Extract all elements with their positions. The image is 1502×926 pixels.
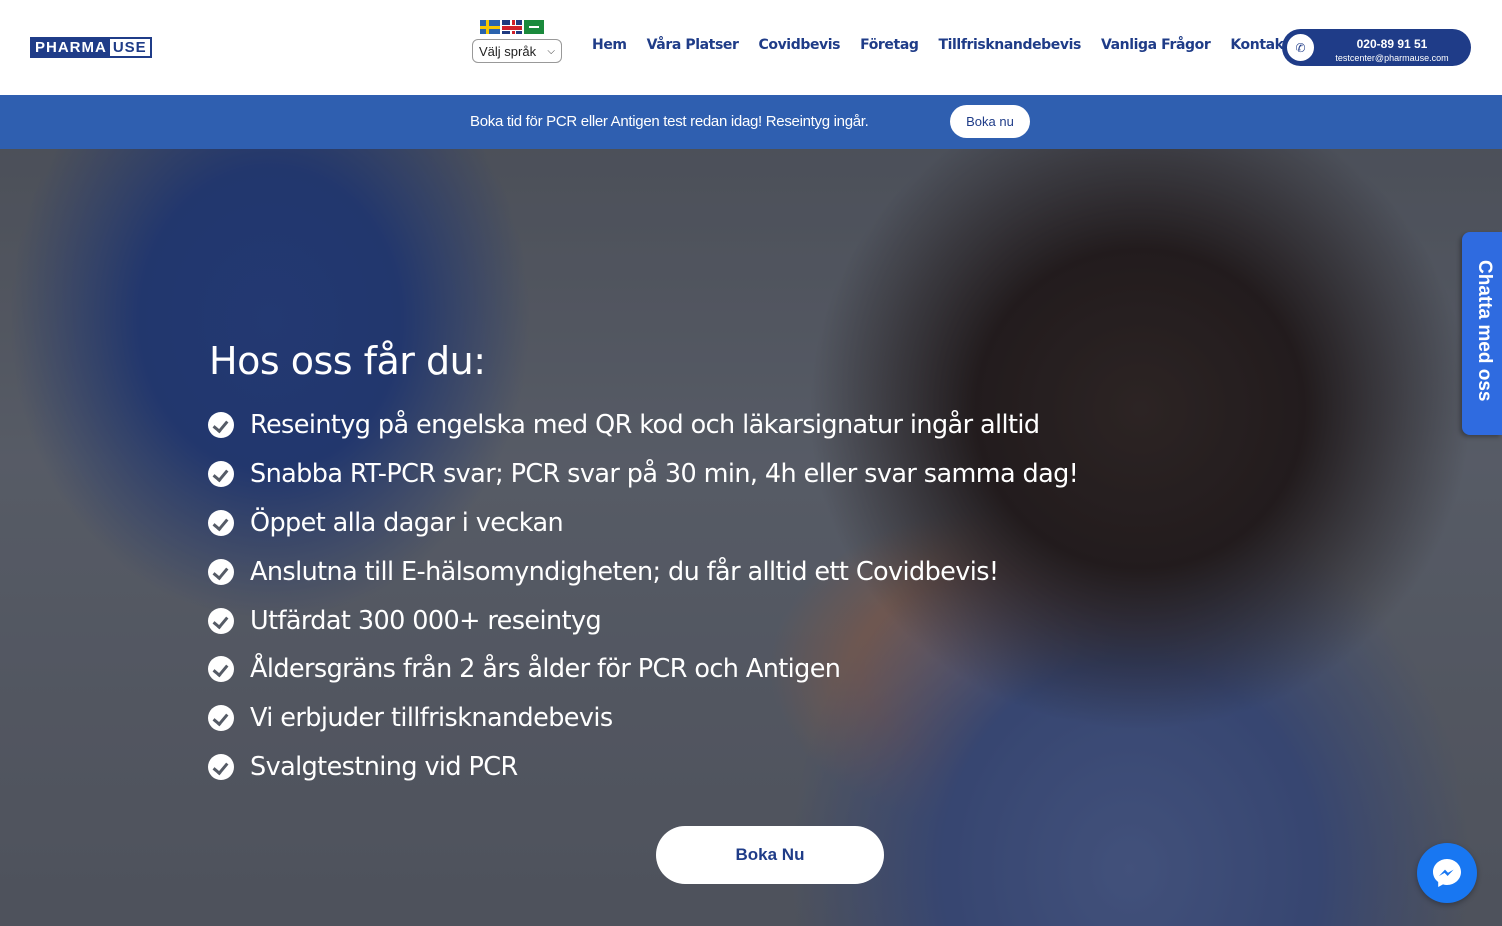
list-item: Reseintyg på engelska med QR kod och läk… — [208, 401, 1078, 450]
contact-button[interactable]: ✆ 020-89 91 51 testcenter@pharmause.com — [1282, 29, 1471, 66]
main-nav: Hem Våra Platser Covidbevis Företag Till… — [592, 37, 1331, 53]
nav-item-vanliga-fragor[interactable]: Vanliga Frågor — [1101, 37, 1211, 53]
check-circle-icon — [208, 607, 234, 634]
hero-section: Hos oss får du: Reseintyg på engelska me… — [0, 149, 1502, 926]
hero-heading: Hos oss får du: — [209, 339, 486, 383]
contact-email: testcenter@pharmause.com — [1335, 53, 1449, 63]
contact-phone: 020-89 91 51 — [1356, 37, 1428, 51]
nav-item-vara-platser[interactable]: Våra Platser — [647, 37, 739, 53]
phone-icon: ✆ — [1285, 32, 1316, 63]
chat-tab[interactable]: Chatta med oss — [1462, 232, 1502, 435]
list-item: Anslutna till E-hälsomyndigheten; du får… — [208, 547, 1078, 596]
check-circle-icon — [208, 461, 234, 488]
british-flag-icon[interactable] — [502, 20, 522, 34]
promo-banner: Boka tid för PCR eller Antigen test reda… — [0, 95, 1502, 149]
site-header: PHARMA USE Välj språk ⌵ Hem Våra Platser… — [0, 0, 1502, 95]
saudi-flag-icon[interactable] — [524, 20, 544, 34]
nav-item-hem[interactable]: Hem — [592, 37, 627, 53]
check-circle-icon — [208, 558, 234, 585]
list-item: Utfärdat 300 000+ reseintyg — [208, 596, 1078, 645]
pharmause-logo[interactable]: PHARMA USE — [30, 37, 152, 58]
banner-book-button[interactable]: Boka nu — [950, 105, 1030, 138]
benefits-list: Reseintyg på engelska med QR kod och läk… — [208, 401, 1079, 792]
messenger-icon — [1433, 859, 1461, 887]
nav-item-tillfrisknandebevis[interactable]: Tillfrisknandebevis — [938, 37, 1081, 53]
list-item: Svalgtestning vid PCR — [208, 743, 1078, 792]
list-item: Snabba RT-PCR svar; PCR svar på 30 min, … — [208, 450, 1079, 499]
swedish-flag-icon[interactable] — [480, 20, 500, 34]
banner-text: Boka tid för PCR eller Antigen test reda… — [470, 113, 869, 130]
list-item: Vi erbjuder tillfrisknandebevis — [208, 694, 1078, 743]
check-circle-icon — [208, 412, 234, 439]
language-select[interactable]: Välj språk ⌵ — [472, 39, 562, 63]
language-switcher: Välj språk ⌵ — [472, 20, 562, 63]
nav-item-foretag[interactable]: Företag — [860, 37, 919, 53]
check-circle-icon — [208, 705, 234, 732]
nav-item-covidbevis[interactable]: Covidbevis — [758, 37, 840, 53]
chevron-down-icon: ⌵ — [547, 45, 555, 57]
book-now-button[interactable]: Boka Nu — [656, 826, 884, 884]
check-circle-icon — [208, 753, 234, 780]
list-item: Öppet alla dagar i veckan — [208, 499, 1078, 548]
check-circle-icon — [208, 656, 234, 683]
check-circle-icon — [208, 509, 234, 536]
messenger-button[interactable] — [1417, 843, 1477, 903]
list-item: Åldersgräns från 2 års ålder för PCR och… — [208, 645, 1078, 694]
